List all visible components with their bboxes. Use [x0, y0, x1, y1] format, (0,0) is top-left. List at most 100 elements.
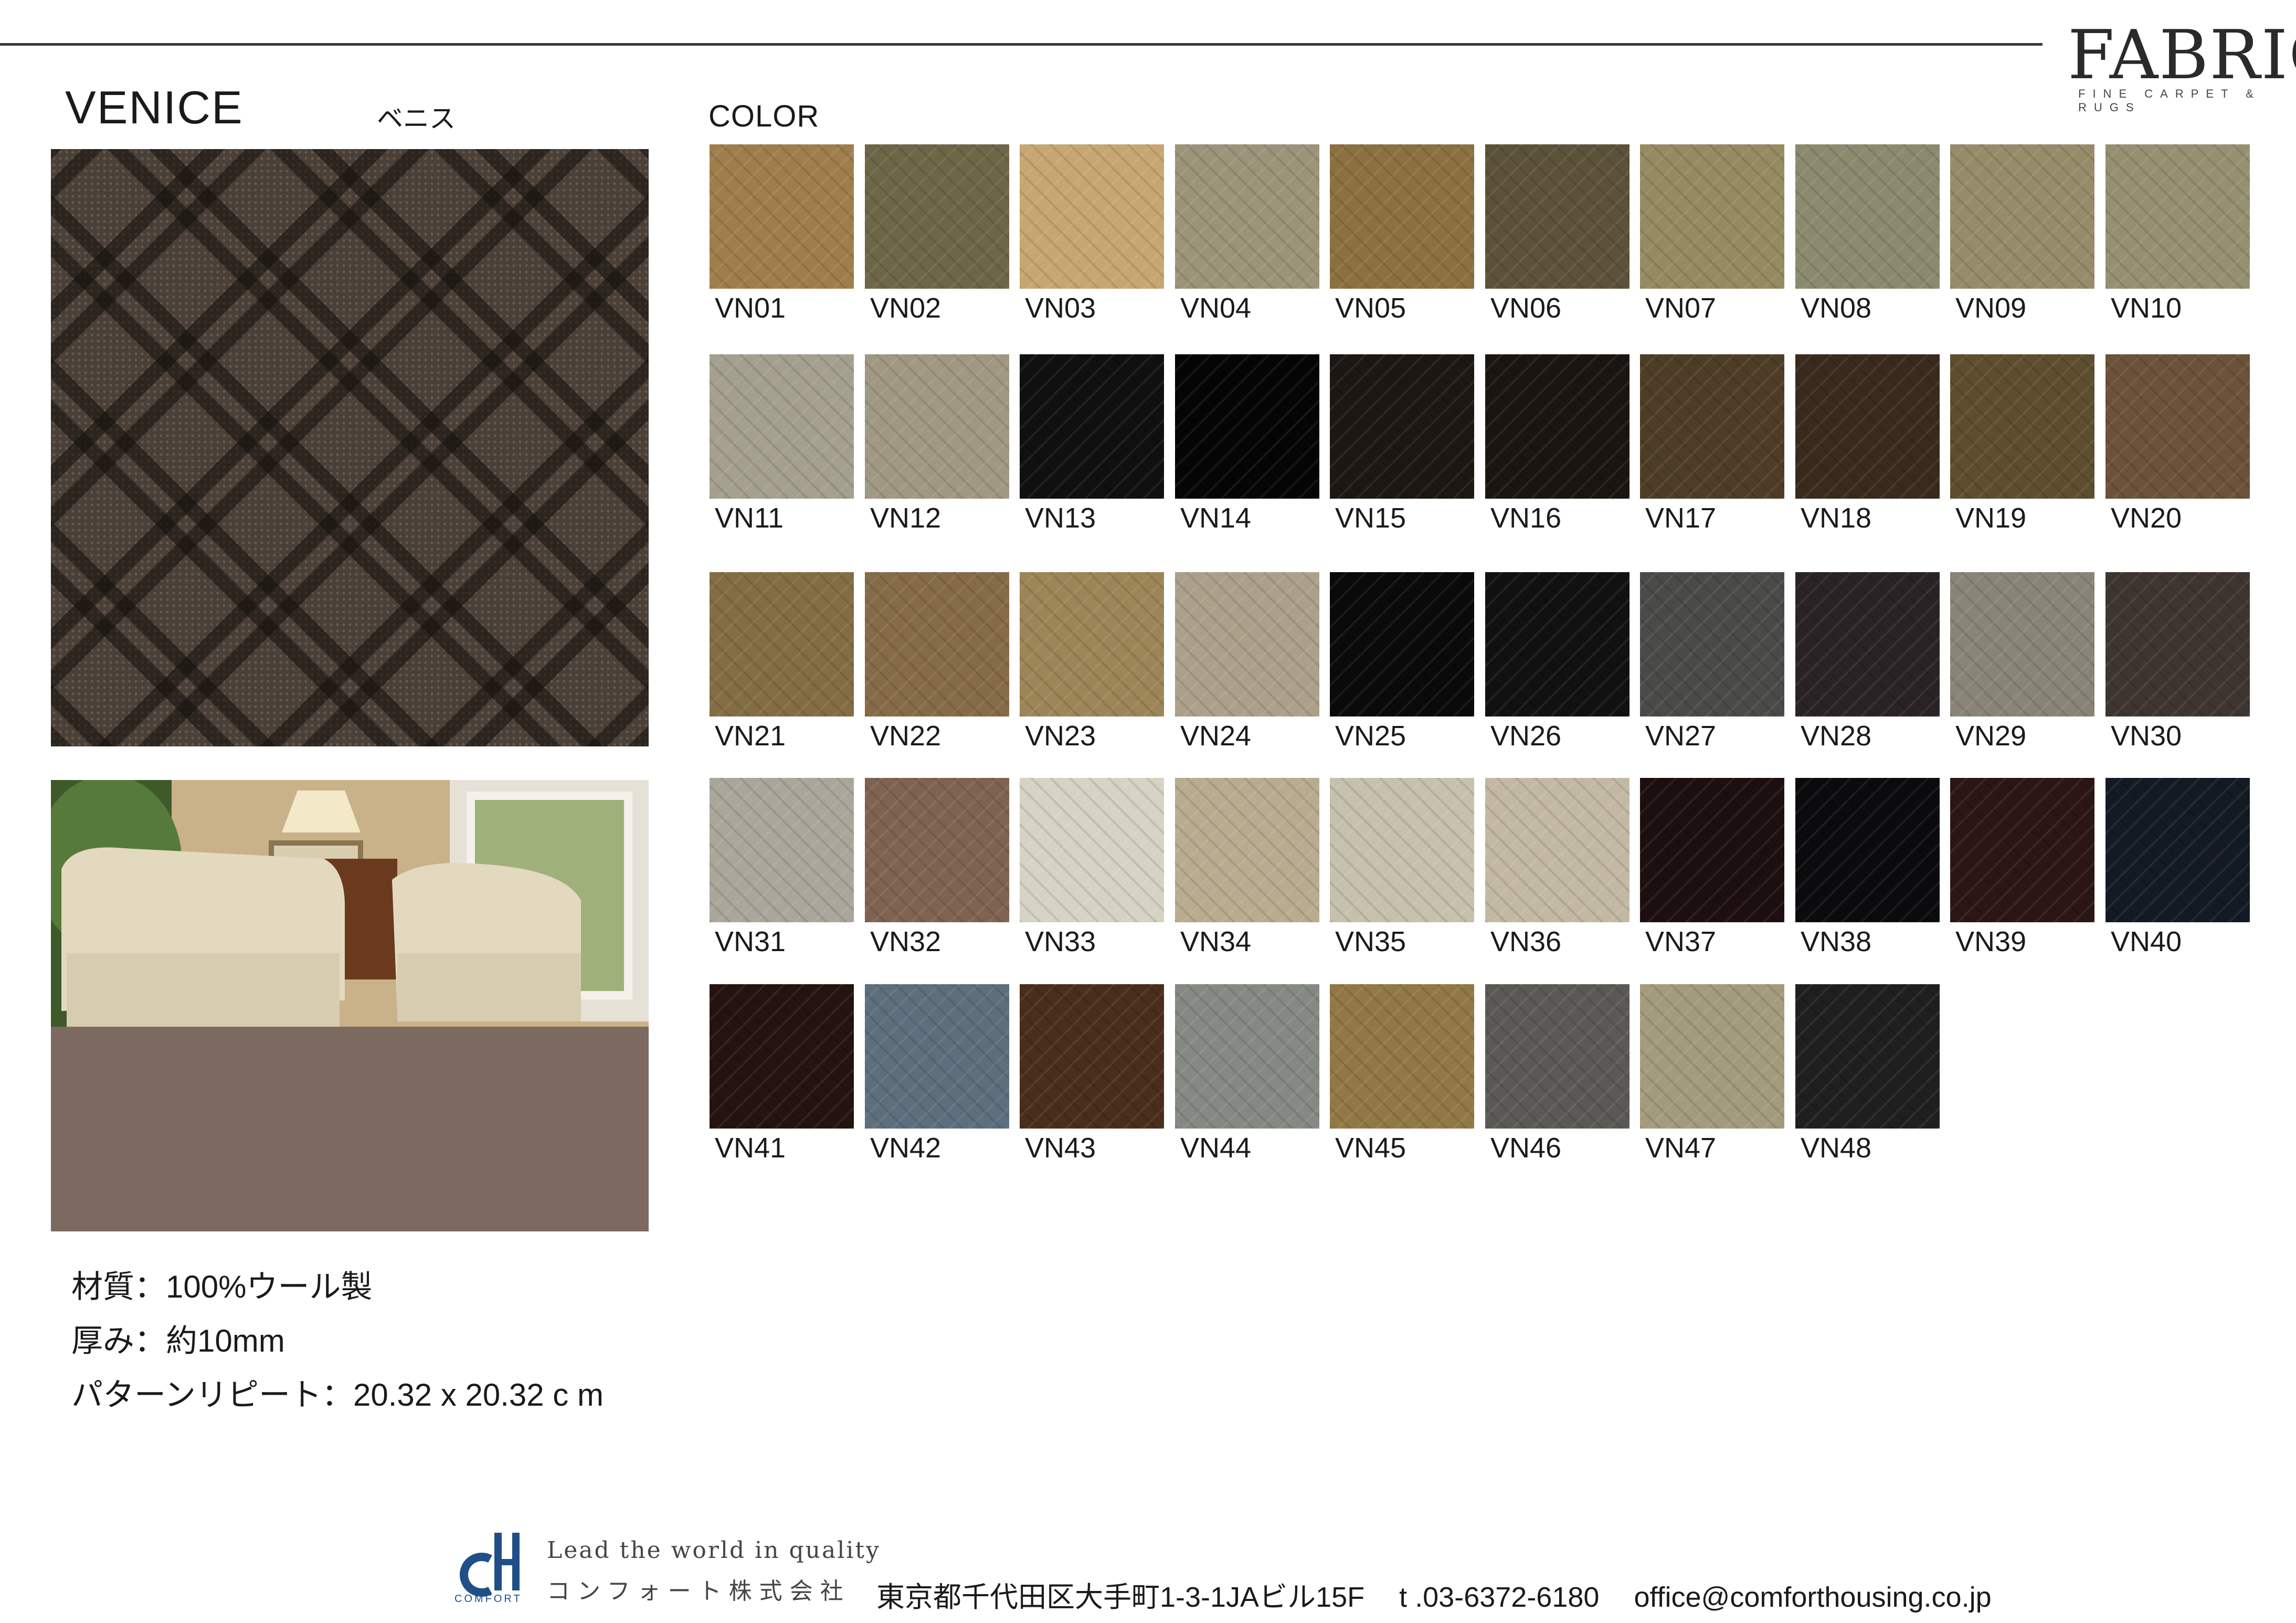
color-chip	[1950, 778, 2094, 922]
color-code-label: VN21	[715, 720, 786, 752]
color-code-label: VN20	[2111, 502, 2182, 534]
color-chip	[1795, 984, 1940, 1129]
color-swatch-vn06: VN06	[1485, 144, 1630, 324]
color-swatch-vn41: VN41	[710, 984, 854, 1164]
color-swatch-vn21: VN21	[710, 572, 854, 752]
color-swatch-vn32: VN32	[865, 778, 1009, 958]
color-swatch-vn34: VN34	[1175, 778, 1319, 958]
color-code-label: VN23	[1025, 720, 1096, 752]
color-code-label: VN24	[1180, 720, 1252, 752]
color-chip	[1795, 144, 1940, 289]
color-swatch-vn14: VN14	[1175, 354, 1319, 534]
color-swatch-vn26: VN26	[1485, 572, 1630, 752]
color-chip	[865, 778, 1009, 922]
color-code-label: VN05	[1335, 292, 1406, 324]
color-swatch-vn29: VN29	[1950, 572, 2094, 752]
color-code-label: VN31	[715, 926, 786, 957]
color-chip	[1485, 778, 1630, 922]
color-chip	[1485, 144, 1630, 289]
color-code-label: VN14	[1180, 502, 1252, 534]
color-swatch-vn35: VN35	[1330, 778, 1474, 958]
color-swatch-vn30: VN30	[2105, 572, 2250, 752]
room-illustration	[51, 780, 649, 1231]
color-chip	[1175, 354, 1319, 499]
footer-phone: t .03-6372-6180	[1399, 1582, 1600, 1613]
color-code-label: VN13	[1025, 502, 1096, 534]
color-swatch-vn10: VN10	[2105, 144, 2250, 324]
color-chip	[1330, 572, 1474, 716]
color-code-label: VN33	[1025, 926, 1096, 957]
color-chip	[710, 572, 854, 716]
color-chip	[1485, 984, 1630, 1129]
color-swatch-vn28: VN28	[1795, 572, 1940, 752]
color-swatch-vn48: VN48	[1795, 984, 1940, 1164]
spec-material: 材質：100%ウール製	[71, 1269, 373, 1304]
color-chip	[865, 984, 1009, 1129]
color-swatch-vn37: VN37	[1640, 778, 1784, 958]
color-chip	[1795, 354, 1940, 499]
footer-tagline: Lead the world in quality	[547, 1537, 881, 1564]
color-chip	[1795, 778, 1940, 922]
product-specs: 材質：100%ウール製 厚み：約10mm パターンリピート：20.32 x 20…	[71, 1260, 604, 1422]
color-chip	[865, 572, 1009, 716]
color-chip	[1640, 778, 1784, 922]
color-chip	[1175, 572, 1319, 716]
color-chip	[1640, 572, 1784, 716]
color-swatch-vn43: VN43	[1020, 984, 1164, 1164]
color-chip	[1950, 354, 2094, 499]
color-chip	[1795, 572, 1940, 716]
color-swatch-vn01: VN01	[710, 144, 854, 324]
color-chip	[1330, 144, 1474, 289]
color-code-label: VN10	[2111, 292, 2182, 324]
color-code-label: VN48	[1801, 1132, 1872, 1164]
color-chip	[710, 778, 854, 922]
color-chip	[2105, 144, 2250, 289]
color-chip	[1020, 572, 1164, 716]
color-code-label: VN43	[1025, 1132, 1096, 1164]
color-code-label: VN39	[1955, 926, 2027, 957]
footer-address: 東京都千代田区大手町1-3-1JAビル15F	[876, 1582, 1365, 1613]
color-code-label: VN26	[1490, 720, 1562, 752]
color-swatch-vn12: VN12	[865, 354, 1009, 534]
color-chip	[1020, 778, 1164, 922]
color-chip	[1020, 354, 1164, 499]
color-swatch-vn45: VN45	[1330, 984, 1474, 1164]
color-swatch-vn13: VN13	[1020, 354, 1164, 534]
color-chip	[1950, 572, 2094, 716]
color-code-label: VN06	[1490, 292, 1562, 324]
color-swatch-vn19: VN19	[1950, 354, 2094, 534]
color-code-label: VN36	[1490, 926, 1562, 957]
color-chip	[2105, 354, 2250, 499]
color-code-label: VN27	[1645, 720, 1717, 752]
product-title-kana: ベニス	[377, 104, 456, 133]
color-code-label: VN04	[1180, 292, 1252, 324]
color-swatch-vn07: VN07	[1640, 144, 1784, 324]
color-swatch-vn39: VN39	[1950, 778, 2094, 958]
color-code-label: VN38	[1801, 926, 1872, 957]
color-code-label: VN46	[1490, 1132, 1562, 1164]
color-code-label: VN47	[1645, 1132, 1717, 1164]
color-swatch-vn22: VN22	[865, 572, 1009, 752]
color-chip	[2105, 778, 2250, 922]
color-chip	[1175, 144, 1319, 289]
color-chip	[865, 144, 1009, 289]
color-swatch-vn02: VN02	[865, 144, 1009, 324]
color-chip	[1485, 572, 1630, 716]
color-swatch-vn09: VN09	[1950, 144, 2094, 324]
color-chip	[710, 144, 854, 289]
footer-email[interactable]: office@comforthousing.co.jp	[1634, 1582, 1991, 1613]
color-code-label: VN29	[1955, 720, 2027, 752]
color-code-label: VN17	[1645, 502, 1717, 534]
color-chip	[1640, 144, 1784, 289]
color-code-label: VN11	[715, 502, 784, 534]
color-code-label: VN01	[715, 292, 786, 324]
color-code-label: VN45	[1335, 1132, 1406, 1164]
color-code-label: VN19	[1955, 502, 2027, 534]
color-code-label: VN12	[870, 502, 941, 534]
spec-pattern-repeat: パターンリピート：20.32 x 20.32 c m	[71, 1377, 604, 1413]
color-chip	[1175, 984, 1319, 1129]
color-code-label: VN18	[1801, 502, 1872, 534]
footer-contact: 東京都千代田区大手町1-3-1JAビル15F t .03-6372-6180 off…	[876, 1574, 1992, 1615]
color-swatch-vn17: VN17	[1640, 354, 1784, 534]
color-code-label: VN25	[1335, 720, 1406, 752]
